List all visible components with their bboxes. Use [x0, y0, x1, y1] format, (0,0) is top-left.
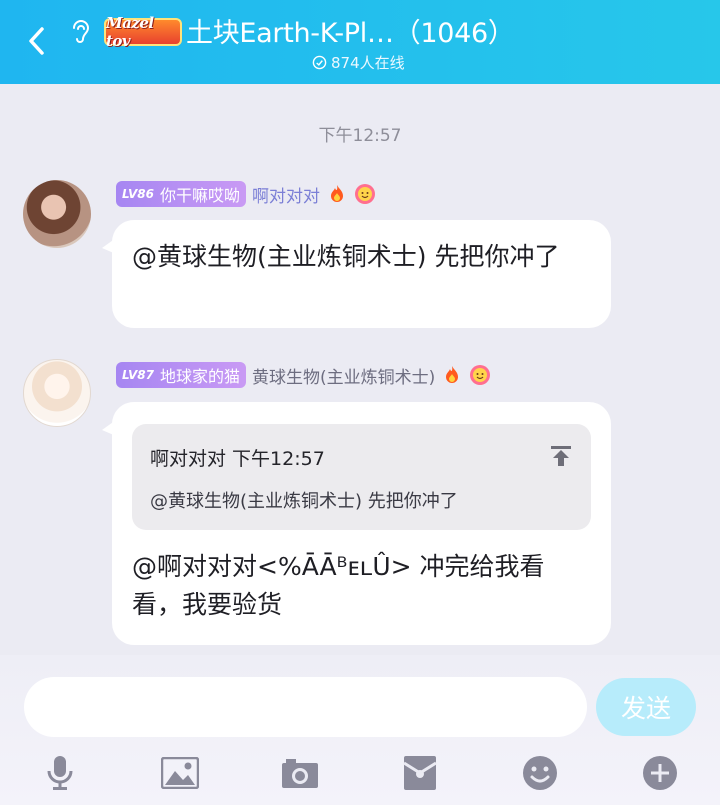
camera-button[interactable] [280, 753, 320, 793]
flower-badge-icon [355, 184, 375, 204]
back-button[interactable] [18, 22, 56, 60]
quote-header: 啊对对对 下午12:57 [150, 448, 325, 470]
mic-icon [47, 756, 73, 790]
group-title[interactable]: 土块Earth-K-Pl…（1046） [186, 11, 515, 50]
message-input[interactable] [24, 677, 587, 737]
online-label: 874人在线 [331, 54, 405, 72]
chevron-left-icon [29, 27, 44, 55]
level-badge: LV87 地球家的猫 [116, 362, 246, 388]
online-count[interactable]: 874人在线 [312, 52, 405, 73]
input-toolbar [0, 745, 720, 805]
message-text: @啊对对对<%ĀĀᴮᴇʟÛ> 冲完给我看看，我要验货 [132, 552, 545, 619]
message-bubble[interactable]: 啊对对对 下午12:57 @黄球生物(主业炼铜术士) 先把你冲了 @啊对对对<%… [102, 402, 611, 645]
send-button[interactable]: 发送 [596, 678, 696, 736]
level-number: LV86 [122, 187, 154, 201]
sender-row: LV87 地球家的猫 黄球生物(主业炼铜术士) [116, 362, 491, 388]
sender-name[interactable]: 黄球生物(主业炼铜术士) [252, 363, 435, 388]
member-title: 你干嘛哎呦 [159, 186, 240, 205]
message-timestamp: 下午12:57 [318, 126, 402, 146]
quoted-message[interactable]: 啊对对对 下午12:57 @黄球生物(主业炼铜术士) 先把你冲了 [132, 424, 591, 530]
emoji-icon [523, 756, 557, 790]
quote-text: @黄球生物(主业炼铜术士) 先把你冲了 [150, 491, 458, 512]
sender-name[interactable]: 啊对对对 [252, 182, 320, 207]
avatar[interactable] [23, 359, 91, 427]
red-packet-icon [403, 756, 437, 790]
flower-badge-icon [470, 365, 491, 385]
plus-icon [643, 756, 677, 790]
bubble-tail [102, 420, 116, 436]
sender-row: LV86 你干嘛哎呦 啊对对对 [116, 181, 376, 207]
fire-icon [331, 185, 343, 202]
emoji-button[interactable] [520, 753, 560, 793]
level-number: LV87 [122, 368, 154, 382]
red-packet-button[interactable] [400, 753, 440, 793]
level-badge: LV86 你干嘛哎呦 [116, 181, 246, 207]
camera-icon [282, 759, 318, 788]
message-text: @黄球生物(主业炼铜术士) 先把你冲了 [132, 242, 560, 271]
fire-icon [446, 366, 459, 383]
chat-header: Mazel tov 土块Earth-K-Pl…（1046） 874人在线 [0, 0, 720, 84]
image-icon [161, 757, 199, 789]
gallery-button[interactable] [160, 753, 200, 793]
member-title: 地球家的猫 [159, 367, 240, 386]
voice-button[interactable] [40, 753, 80, 793]
bubble-tail [102, 238, 116, 254]
message-bubble[interactable]: @黄球生物(主业炼铜术士) 先把你冲了 [102, 220, 611, 328]
more-button[interactable] [640, 753, 680, 793]
jump-to-quote-icon[interactable] [549, 444, 573, 468]
group-badge: Mazel tov [104, 14, 182, 50]
ear-icon[interactable] [68, 18, 92, 46]
avatar[interactable] [23, 180, 91, 248]
check-circle-icon [312, 55, 327, 70]
